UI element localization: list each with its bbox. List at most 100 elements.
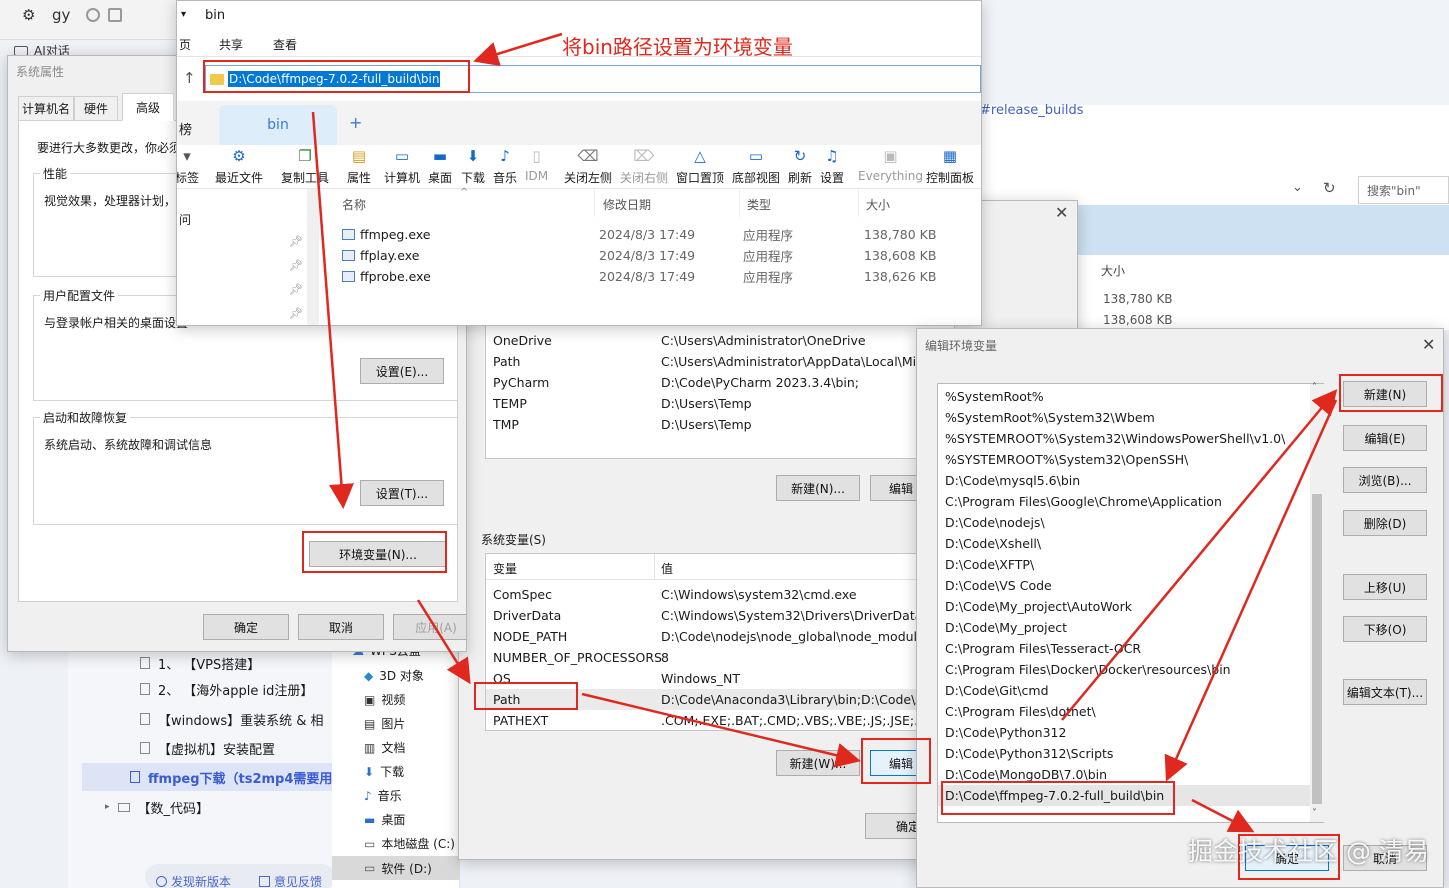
menu-view[interactable]: 查看 <box>273 36 297 53</box>
col-size[interactable]: 大小 <box>866 196 890 213</box>
path-entry[interactable]: D:\Code\mysql5.6\bin <box>944 470 1304 491</box>
path-entry[interactable]: %SYSTEMROOT%\System32\WindowsPowerShell\… <box>944 428 1304 449</box>
close-icon[interactable]: ✕ <box>1055 203 1068 222</box>
move-down-button[interactable]: 下移(O) <box>1343 616 1427 642</box>
sys-var-row[interactable]: DriverData C:\Windows\System32\Drivers\Dr… <box>493 605 922 626</box>
col-var-header[interactable]: 变量 <box>493 560 517 577</box>
tab-hardware[interactable]: 硬件 <box>74 96 118 120</box>
path-entry[interactable]: D:\Code\nodejs\ <box>944 512 1304 533</box>
sys-var-row[interactable]: ComSpec C:\Windows\system32\cmd.exe <box>493 584 857 605</box>
path-entry[interactable]: D:\Code\VS Code <box>944 575 1304 596</box>
search-input[interactable]: 搜索"bin" <box>1358 176 1449 204</box>
left-pane-scrollbar[interactable] <box>307 189 319 325</box>
path-entry[interactable]: D:\Code\Python312\Scripts <box>944 743 1304 764</box>
pin-icon[interactable]: 📌︎ <box>289 307 303 320</box>
sys-var-row[interactable]: PATHEXT .COM;.EXE;.BAT;.CMD;.VBS;.VBE;.JS… <box>493 710 946 731</box>
edit-text-button[interactable]: 编辑文本(T)... <box>1343 679 1427 705</box>
path-entry[interactable]: %SYSTEMROOT%\System32\OpenSSH\ <box>944 449 1304 470</box>
nav-drive-c[interactable]: ▭ 本地磁盘 (C:) <box>364 835 455 852</box>
tb-pin-top[interactable]: △ 窗口置顶 <box>676 147 724 186</box>
scroll-up-icon[interactable]: ˄ <box>1312 382 1317 393</box>
user-new-button[interactable]: 新建(N)... <box>776 475 860 501</box>
address-bar[interactable]: D:\Code\ffmpeg-7.0.2-full_build\bin <box>205 65 981 93</box>
sys-var-row[interactable]: OS Windows_NT <box>493 668 740 689</box>
tab-left-partial[interactable]: 榜 <box>179 119 192 138</box>
path-entry[interactable]: C:\Program Files\Tesseract-OCR <box>944 638 1304 659</box>
col-name[interactable]: 名称 <box>342 196 366 213</box>
new-tab-icon[interactable]: + <box>349 113 362 132</box>
user-var-row[interactable]: TEMP D:\Users\Temp <box>493 393 752 414</box>
nav-documents[interactable]: ▥ 文档 <box>364 739 405 756</box>
path-entry[interactable]: C:\Program Files\Docker\Docker\resources… <box>944 659 1304 680</box>
sidebar-item-windows[interactable]: 【windows】重装系统 & 相 <box>140 706 324 732</box>
sidebar-item-ffmpeg[interactable]: ffmpeg下载（ts2mp4需要用 <box>82 763 335 791</box>
url-fragment[interactable]: #release_builds <box>980 103 1084 118</box>
tb-music[interactable]: ♪ 音乐 <box>493 147 517 186</box>
nav-video[interactable]: ▣ 视频 <box>364 691 405 708</box>
file-row[interactable]: ffplay.exe 2024/8/3 17:49 应用程序 138,608 K… <box>342 245 936 266</box>
nav-music[interactable]: ♪ 音乐 <box>364 787 402 804</box>
tb-idm[interactable]: ▯ IDM <box>525 147 548 183</box>
pin-icon[interactable]: 📌︎ <box>289 235 303 248</box>
move-up-button[interactable]: 上移(U) <box>1343 574 1427 600</box>
tb-computer[interactable]: ▭ 计算机 <box>384 147 420 186</box>
file-row[interactable]: ffprobe.exe 2024/8/3 17:49 应用程序 138,626 … <box>342 266 936 287</box>
tb-close-right[interactable]: ⌦ 关闭右侧 <box>620 147 668 186</box>
close-icon[interactable]: ✕ <box>1422 335 1435 354</box>
user-var-row[interactable]: PyCharm D:\Code\PyCharm 2023.3.4\bin; <box>493 372 859 393</box>
user-var-row[interactable]: OneDrive C:\Users\Administrator\OneDrive <box>493 330 866 351</box>
scroll-thumb[interactable] <box>1312 494 1322 804</box>
tb-properties[interactable]: ▤ 属性 <box>347 147 371 186</box>
list-scrollbar[interactable]: ˄ ˅ <box>1310 382 1324 822</box>
tb-tags[interactable]: ▾ 标签 <box>177 147 199 186</box>
user-var-row[interactable]: TMP D:\Users\Temp <box>493 414 752 435</box>
sidebar-item-vm[interactable]: 【虚拟机】安装配置 <box>140 735 275 761</box>
path-entry[interactable]: C:\Program Files\dotnet\ <box>944 701 1304 722</box>
path-entry[interactable]: C:\Program Files\Google\Chrome\Applicati… <box>944 491 1304 512</box>
feedback-link[interactable]: 意见反馈 <box>259 873 322 888</box>
tb-download[interactable]: ⬇ 下载 <box>461 147 485 186</box>
sidebar-toggle-icon[interactable] <box>108 8 122 22</box>
path-entry[interactable]: D:\Code\ffmpeg-7.0.2-full_build\bin <box>938 785 1310 806</box>
tab-computer-name[interactable]: 计算机名 <box>18 96 74 120</box>
sidebar-item-code[interactable]: ▸ 【数_代码】 <box>105 794 209 820</box>
profile-settings-button[interactable]: 设置(E)... <box>360 358 444 384</box>
path-entry[interactable]: D:\Code\MongoDB\7.0\bin <box>944 764 1304 785</box>
col-val-header[interactable]: 值 <box>661 560 673 577</box>
path-entry[interactable]: %SystemRoot% <box>944 386 1304 407</box>
sys-var-row[interactable]: NODE_PATH D:\Code\nodejs\node_global\node… <box>493 626 931 647</box>
path-entry[interactable]: D:\Code\Python312 <box>944 722 1304 743</box>
tab-advanced[interactable]: 高级 <box>122 93 174 121</box>
refresh-circle-icon[interactable] <box>86 8 100 22</box>
menu-share[interactable]: 共享 <box>219 36 243 53</box>
tb-control-panel[interactable]: ▦ 控制面板 <box>926 147 974 186</box>
path-entry[interactable]: %SystemRoot%\System32\Wbem <box>944 407 1304 428</box>
scroll-down-icon[interactable]: ˅ <box>1312 808 1317 819</box>
col-type[interactable]: 类型 <box>747 196 771 213</box>
cancel-button[interactable]: 取消 <box>298 614 384 640</box>
nav-downloads[interactable]: ⬇ 下载 <box>364 763 404 780</box>
tb-close-left[interactable]: ⌫ 关闭左侧 <box>564 147 612 186</box>
tb-bottom-view[interactable]: ▭ 底部视图 <box>732 147 780 186</box>
col-date[interactable]: 修改日期 <box>603 196 651 213</box>
path-entry[interactable]: D:\Code\XFTP\ <box>944 554 1304 575</box>
user-var-row[interactable]: Path C:\Users\Administrator\AppData\Local… <box>493 351 936 372</box>
sidebar-item-appleid[interactable]: 2、 【海外apple id注册】 <box>140 676 313 702</box>
startup-settings-button[interactable]: 设置(T)... <box>360 480 444 506</box>
quick-access-icon[interactable]: ▾ <box>181 9 186 20</box>
file-row[interactable]: ffmpeg.exe 2024/8/3 17:49 应用程序 138,780 K… <box>342 224 936 245</box>
path-entry[interactable]: D:\Code\My_project <box>944 617 1304 638</box>
nav-drive-d[interactable]: ▭ 软件 (D:) <box>332 856 460 880</box>
tb-copy-tools[interactable]: ❐ 复制工具 <box>281 147 329 186</box>
apply-button[interactable]: 应用(A) <box>393 614 466 640</box>
settings-icon[interactable]: ⚙ <box>22 6 35 24</box>
sys-var-row[interactable]: NUMBER_OF_PROCESSORS 8 <box>493 647 669 668</box>
path-entry[interactable]: D:\Code\Git\cmd <box>944 680 1304 701</box>
sys-var-row-selected[interactable]: Path D:\Code\Anaconda3\Library\bin;D:\Cod… <box>486 689 956 710</box>
tb-desktop[interactable]: ▬ 桌面 <box>428 147 452 186</box>
nav-pictures[interactable]: ▤ 图片 <box>364 715 405 732</box>
left-pane-item[interactable]: 问 <box>179 211 191 228</box>
chevron-down-icon[interactable]: ⌄ <box>1292 180 1303 195</box>
browser-tab-title[interactable]: gy <box>52 6 70 24</box>
path-entry[interactable]: D:\Code\My_project\AutoWork <box>944 596 1304 617</box>
